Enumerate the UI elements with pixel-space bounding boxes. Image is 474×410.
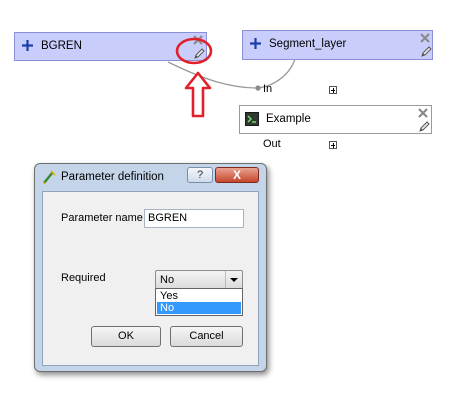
- red-circle-highlight: [175, 37, 213, 65]
- required-option-no[interactable]: No: [157, 302, 241, 314]
- dialog-title: Parameter definition: [61, 171, 164, 183]
- red-up-arrow-icon: [184, 71, 212, 118]
- required-dropdown-list: Yes No: [155, 288, 243, 316]
- dialog-body: Parameter name BGREN Required No Yes No …: [42, 191, 259, 366]
- parameter-name-input[interactable]: BGREN: [144, 209, 244, 228]
- parameter-name-label: Parameter name: [61, 212, 143, 224]
- node-segment-layer-label: Segment_layer: [269, 38, 347, 50]
- required-combobox[interactable]: No: [155, 270, 243, 289]
- node-example-label: Example: [266, 113, 311, 125]
- in-port-expand-icon[interactable]: [329, 86, 337, 94]
- in-port-label: In: [263, 83, 273, 95]
- help-button[interactable]: ?: [187, 167, 213, 183]
- qgis-icon: [43, 170, 56, 184]
- node-bgren-label: BGREN: [41, 40, 82, 52]
- ok-button[interactable]: OK: [91, 326, 161, 347]
- node-example[interactable]: Example: [239, 105, 432, 134]
- required-label: Required: [61, 272, 106, 284]
- pencil-edit-icon[interactable]: [420, 45, 433, 58]
- node-segment-layer[interactable]: Segment_layer: [242, 30, 433, 60]
- close-button[interactable]: X: [215, 167, 259, 183]
- required-option-yes[interactable]: Yes: [157, 290, 241, 302]
- required-combobox-value: No: [160, 274, 175, 286]
- out-port-label: Out: [263, 138, 281, 150]
- parameter-definition-dialog: Parameter definition ? X Parameter name …: [34, 163, 267, 372]
- terminal-icon: [245, 112, 259, 126]
- plus-icon[interactable]: [21, 39, 34, 52]
- remove-x-icon[interactable]: [419, 32, 431, 44]
- cancel-button[interactable]: Cancel: [170, 326, 243, 347]
- parameter-name-value: BGREN: [148, 212, 188, 224]
- dialog-titlebar[interactable]: Parameter definition ? X: [35, 164, 266, 192]
- in-port-dot: [255, 85, 261, 91]
- pencil-edit-icon[interactable]: [418, 120, 431, 133]
- out-port-expand-icon[interactable]: [329, 141, 337, 149]
- remove-x-icon[interactable]: [417, 107, 429, 119]
- chevron-down-icon[interactable]: [225, 271, 242, 288]
- plus-icon[interactable]: [249, 37, 262, 50]
